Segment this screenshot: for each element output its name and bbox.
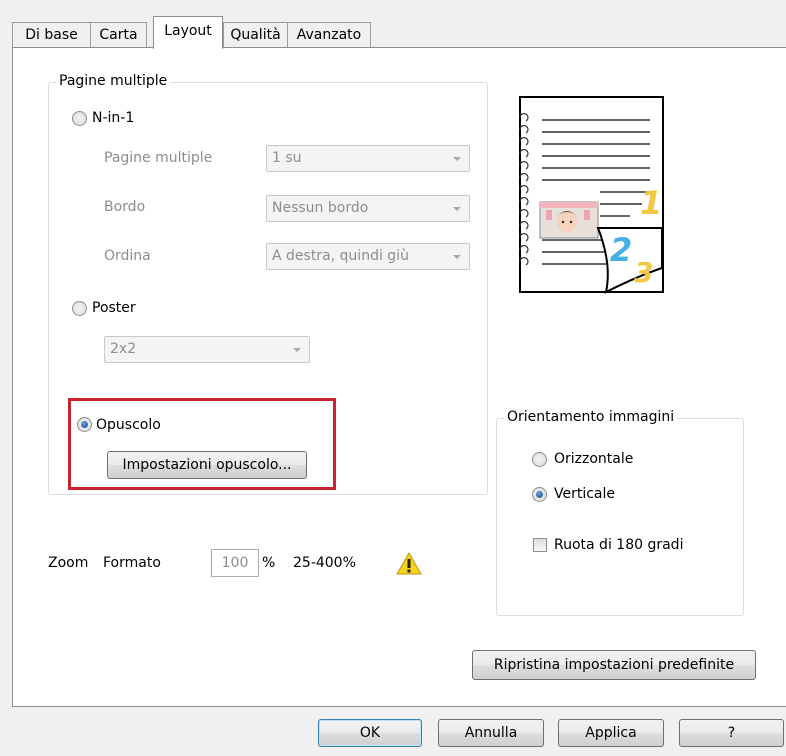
tab-layout[interactable]: Layout <box>153 16 223 49</box>
booklet-preview-image: 1 2 3 <box>519 96 664 294</box>
bordo-select[interactable]: Nessun bordo <box>266 195 470 222</box>
applica-button[interactable]: Applica <box>558 719 664 747</box>
impostazioni-opuscolo-button[interactable]: Impostazioni opuscolo... <box>107 451 307 479</box>
verticale-label[interactable]: Verticale <box>554 485 615 503</box>
pagine-multiple-select[interactable]: 1 su <box>266 145 470 172</box>
pagine-multiple-value: 1 su <box>272 150 302 166</box>
warning-icon <box>396 552 422 575</box>
chevron-down-icon <box>453 157 461 161</box>
tab-qualita[interactable]: Qualità <box>223 22 288 47</box>
nin1-label[interactable]: N-in-1 <box>92 109 134 127</box>
orientamento-legend: Orientamento immagini <box>504 409 678 425</box>
pagine-multiple-legend: Pagine multiple <box>56 73 171 89</box>
ruota-label[interactable]: Ruota di 180 gradi <box>554 536 683 554</box>
zoom-label: Zoom <box>48 555 89 571</box>
orizzontale-label[interactable]: Orizzontale <box>554 450 633 468</box>
page-number-2: 2 <box>610 231 632 269</box>
opuscolo-radio[interactable] <box>77 417 92 432</box>
ripristina-impostazioni-button[interactable]: Ripristina impostazioni predefinite <box>472 650 756 680</box>
page-number-1: 1 <box>640 184 662 222</box>
ordina-select[interactable]: A destra, quindi giù <box>266 243 470 270</box>
ok-button[interactable]: OK <box>318 719 422 747</box>
bordo-label: Bordo <box>104 199 146 215</box>
ruota-checkbox[interactable] <box>533 538 547 552</box>
formato-label: Formato <box>103 555 161 571</box>
ordina-label: Ordina <box>104 248 151 264</box>
photo-thumbnail <box>539 201 599 239</box>
page-number-3: 3 <box>634 256 653 289</box>
tab-avanzato[interactable]: Avanzato <box>287 22 371 47</box>
poster-select[interactable]: 2x2 <box>104 336 310 363</box>
zoom-input[interactable]: 100 <box>211 549 259 577</box>
chevron-down-icon <box>293 348 301 352</box>
zoom-range: 25-400% <box>293 555 356 571</box>
annulla-button[interactable]: Annulla <box>438 719 544 747</box>
nin1-radio[interactable] <box>72 111 87 126</box>
poster-value: 2x2 <box>110 341 137 357</box>
orientamento-group <box>496 418 744 616</box>
poster-label[interactable]: Poster <box>92 299 136 317</box>
chevron-down-icon <box>453 255 461 259</box>
pagine-multiple-field-label: Pagine multiple <box>104 150 213 166</box>
verticale-radio[interactable] <box>532 487 547 502</box>
zoom-unit: % <box>262 555 276 571</box>
tab-di-base[interactable]: Di base <box>12 22 91 47</box>
poster-radio[interactable] <box>72 301 87 316</box>
tab-carta[interactable]: Carta <box>90 22 147 47</box>
ordina-value: A destra, quindi giù <box>272 248 409 264</box>
orizzontale-radio[interactable] <box>532 452 547 467</box>
bordo-value: Nessun bordo <box>272 200 369 216</box>
opuscolo-label[interactable]: Opuscolo <box>96 416 161 434</box>
chevron-down-icon <box>453 207 461 211</box>
help-button[interactable]: ? <box>679 719 784 747</box>
